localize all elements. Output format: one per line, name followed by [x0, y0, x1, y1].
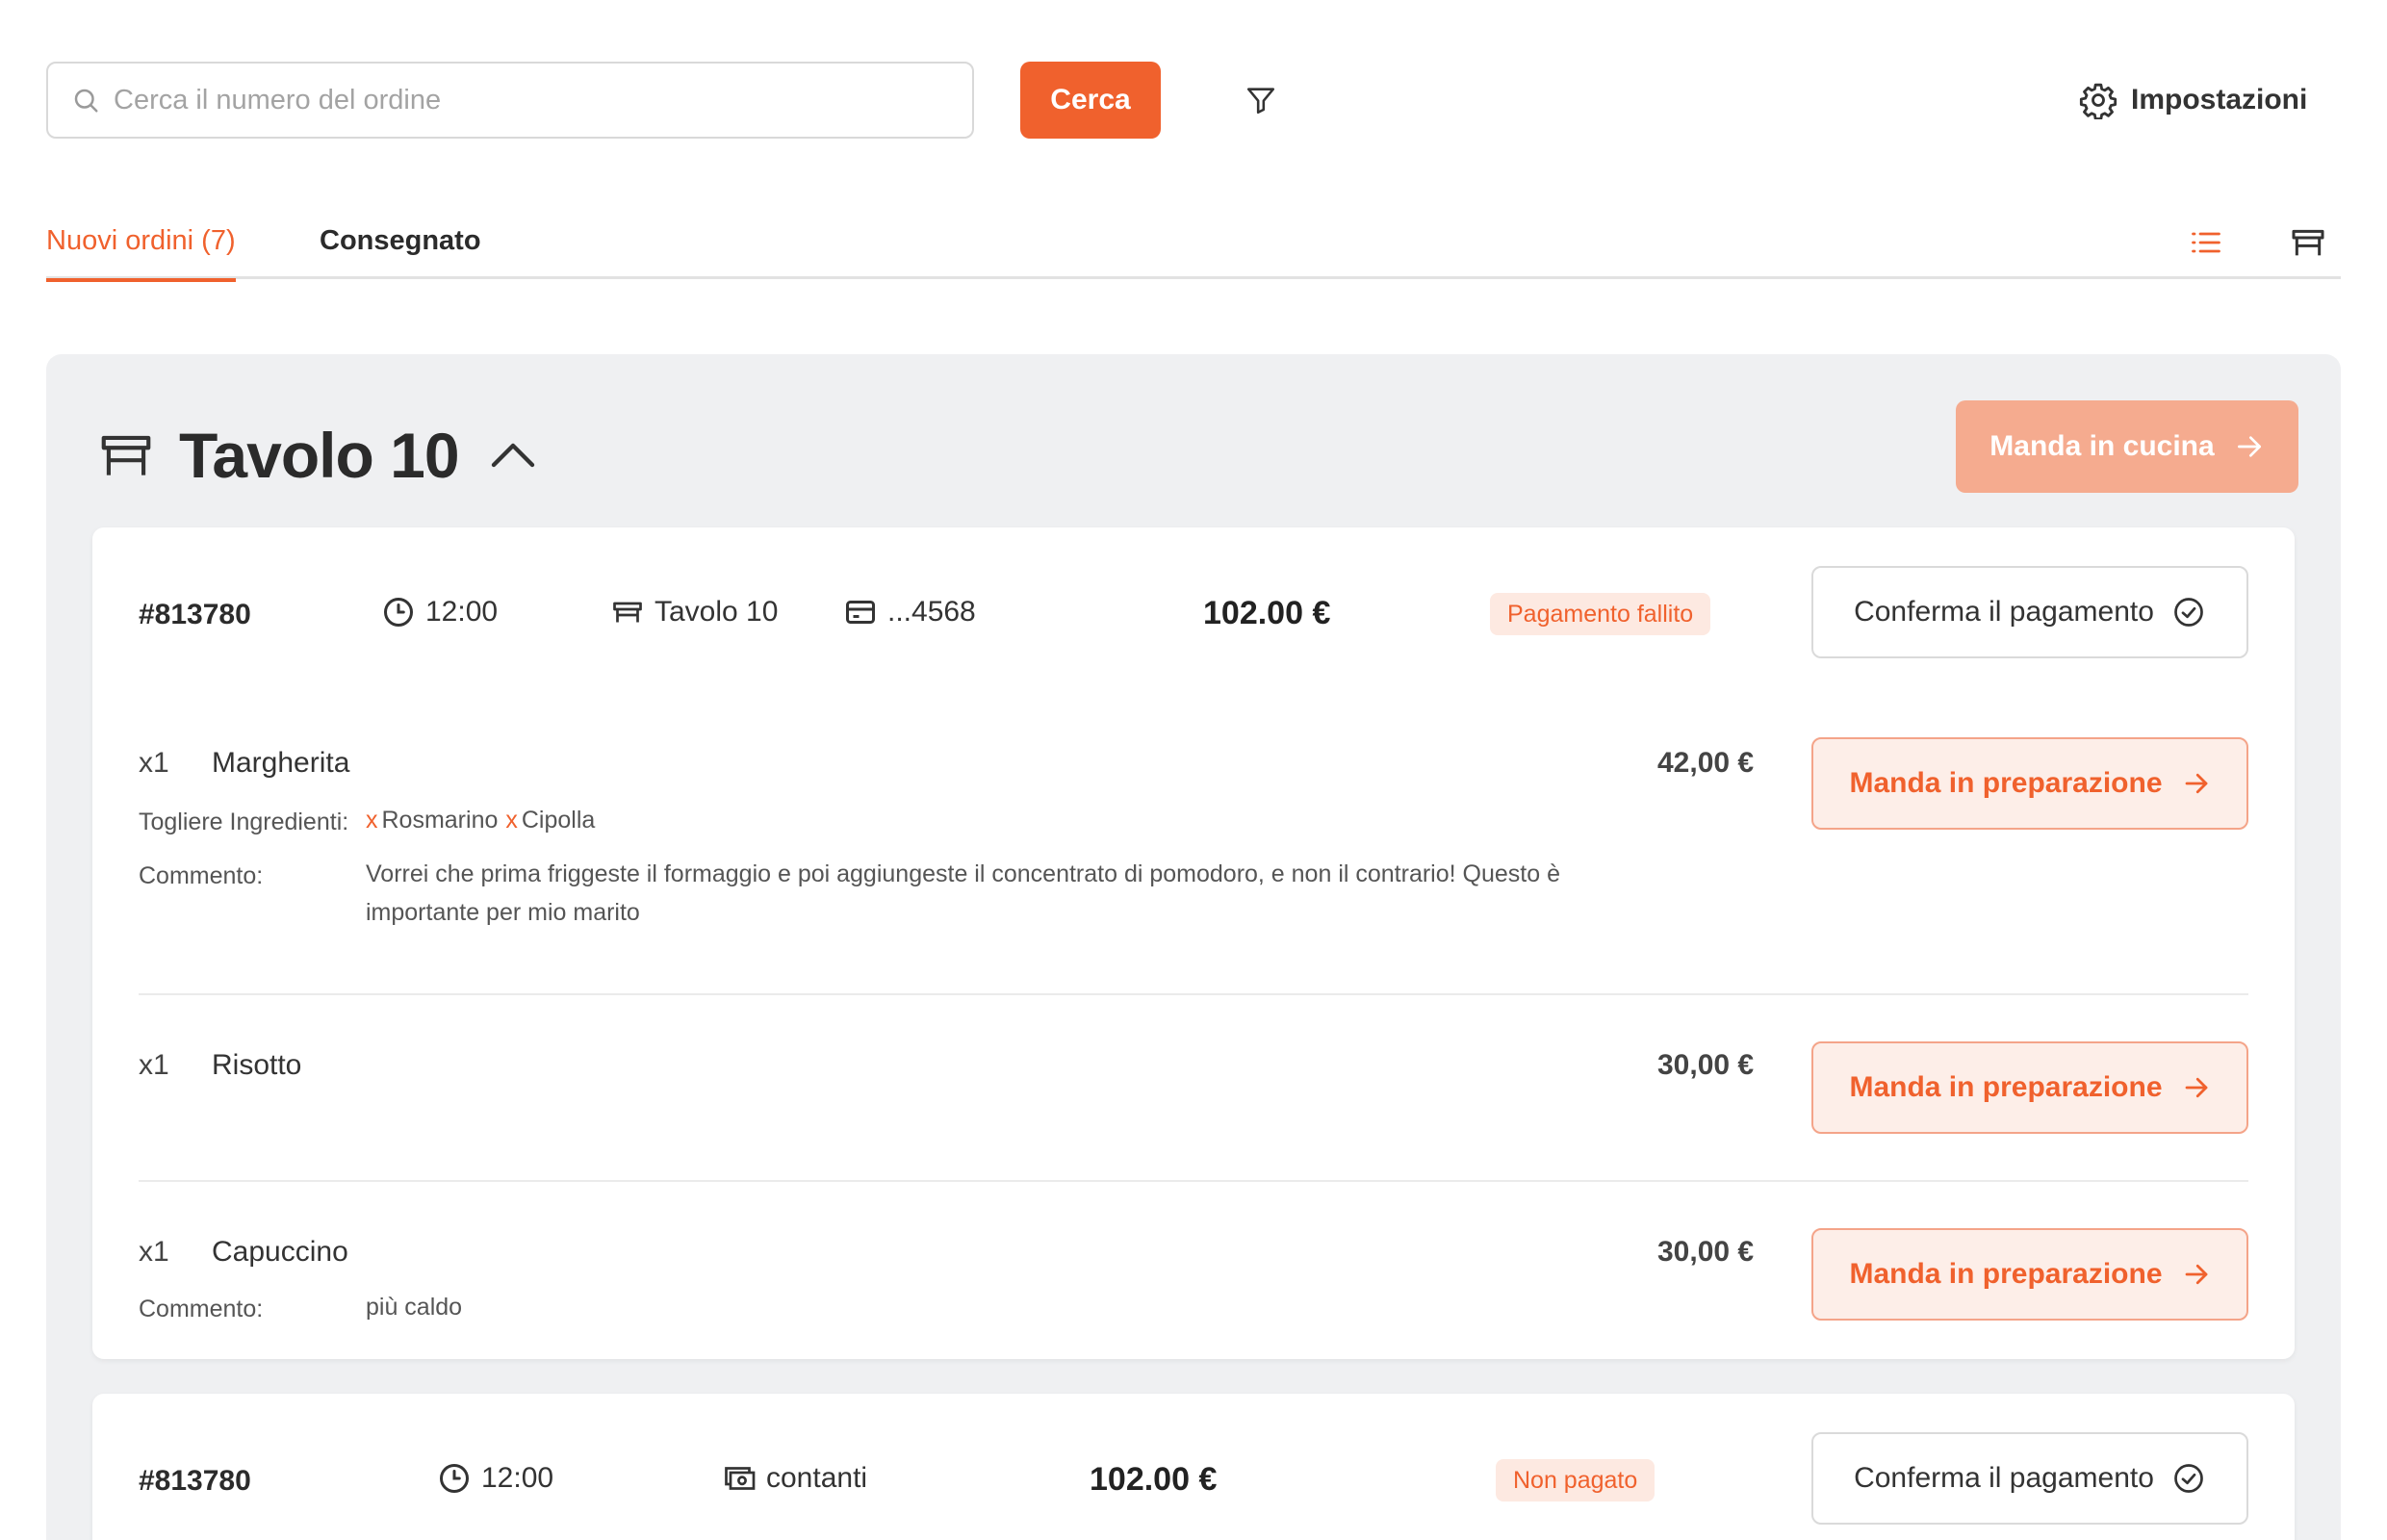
search-input[interactable]	[114, 84, 961, 116]
arrow-right-icon	[2185, 773, 2207, 794]
table-group: Tavolo 10 Manda in cucina #813780 12:00 …	[46, 354, 2341, 1540]
order-time: 12:00	[381, 595, 498, 629]
clock-icon	[440, 1464, 469, 1493]
order-item: x1 Risotto 30,00 € Manda in preparazione	[139, 993, 2248, 1180]
table-icon	[101, 435, 151, 475]
item-comment: più caldo	[366, 1294, 463, 1321]
send-to-preparation-button[interactable]: Manda in preparazione	[1811, 737, 2248, 830]
item-price: 30,00 €	[1657, 1049, 1755, 1081]
tab-delivered[interactable]: Consegnato	[320, 219, 481, 279]
order-id: #813780	[139, 1465, 251, 1497]
send-to-preparation-button[interactable]: Manda in preparazione	[1811, 1228, 2248, 1321]
search-button[interactable]: Cerca	[1020, 62, 1161, 139]
order-payment-card: ...4568	[843, 595, 976, 629]
settings-label: Impostazioni	[2131, 84, 2308, 116]
order-table: Tavolo 10	[610, 595, 778, 629]
order-item: x1 Margherita 42,00 € Togliere Ingredien…	[139, 737, 2248, 968]
item-quantity: x1	[139, 747, 169, 779]
item-comment-line-1: Vorrei che prima friggeste il formaggio …	[366, 860, 1560, 887]
filter-icon	[1246, 88, 1275, 115]
filter-button[interactable]	[1242, 81, 1280, 119]
item-price: 42,00 €	[1657, 747, 1755, 779]
search-icon	[74, 89, 98, 113]
remove-x-icon: x	[366, 807, 378, 834]
order-id: #813780	[139, 599, 251, 630]
clock-icon	[384, 598, 413, 627]
confirm-payment-button[interactable]: Conferma il pagamento	[1811, 1432, 2248, 1525]
credit-card-icon	[846, 601, 875, 624]
order-time: 12:00	[437, 1461, 553, 1496]
order-header: #813780 12:00 contanti 102.00 € Non paga…	[92, 1432, 2295, 1528]
item-name: Margherita	[212, 747, 350, 779]
status-badge: Pagamento fallito	[1490, 593, 1711, 635]
table-group-header[interactable]: Tavolo 10	[96, 412, 538, 499]
settings-button[interactable]: Impostazioni	[2079, 77, 2307, 123]
cash-icon	[725, 1467, 756, 1490]
arrow-right-icon	[2185, 1077, 2207, 1098]
send-to-preparation-button[interactable]: Manda in preparazione	[1811, 1041, 2248, 1134]
check-circle-icon	[2174, 1464, 2203, 1493]
table-icon	[613, 602, 642, 623]
remove-x-icon: x	[505, 807, 518, 834]
order-item: x1 Capuccino 30,00 € Commento: più caldo…	[139, 1180, 2248, 1344]
item-comment-line-2: importante per mio marito	[366, 899, 640, 926]
tab-new-orders[interactable]: Nuovi ordini (7)	[46, 219, 236, 282]
check-circle-icon	[2174, 598, 2203, 627]
status-badge: Non pagato	[1496, 1459, 1656, 1502]
order-tabs: Nuovi ordini (7) Consegnato	[46, 219, 2341, 282]
top-bar: Cerca Impostazioni	[0, 0, 2387, 173]
confirm-payment-button[interactable]: Conferma il pagamento	[1811, 566, 2248, 658]
order-header: #813780 12:00 Tavolo 10 ...4568 102.00 €…	[92, 566, 2295, 662]
order-total: 102.00 €	[1203, 595, 1331, 631]
item-price: 30,00 €	[1657, 1236, 1755, 1268]
item-quantity: x1	[139, 1236, 169, 1268]
item-name: Capuccino	[212, 1236, 348, 1268]
search-box[interactable]	[46, 62, 974, 139]
order-card: #813780 12:00 contanti 102.00 € Non paga…	[92, 1394, 2295, 1540]
table-icon[interactable]	[2289, 223, 2327, 262]
comment-label: Commento:	[139, 1296, 264, 1322]
gear-icon	[2079, 83, 2118, 119]
send-to-kitchen-button[interactable]: Manda in cucina	[1956, 400, 2298, 493]
item-name: Risotto	[212, 1049, 302, 1081]
removed-ingredients-label: Togliere Ingredienti:	[139, 808, 349, 835]
send-to-kitchen-label: Manda in cucina	[1989, 430, 2215, 462]
order-total: 102.00 €	[1090, 1461, 1218, 1498]
order-payment-cash: contanti	[722, 1461, 867, 1496]
item-quantity: x1	[139, 1049, 169, 1081]
order-card: #813780 12:00 Tavolo 10 ...4568 102.00 €…	[92, 527, 2295, 1359]
comment-label: Commento:	[139, 862, 264, 889]
list-icon[interactable]	[2189, 225, 2223, 260]
table-group-title: Tavolo 10	[179, 420, 460, 491]
chevron-up-icon[interactable]	[488, 436, 538, 475]
removed-ingredients: x Rosmarino x Cipolla	[366, 807, 596, 834]
arrow-right-icon	[2237, 436, 2261, 457]
arrow-right-icon	[2185, 1264, 2207, 1285]
